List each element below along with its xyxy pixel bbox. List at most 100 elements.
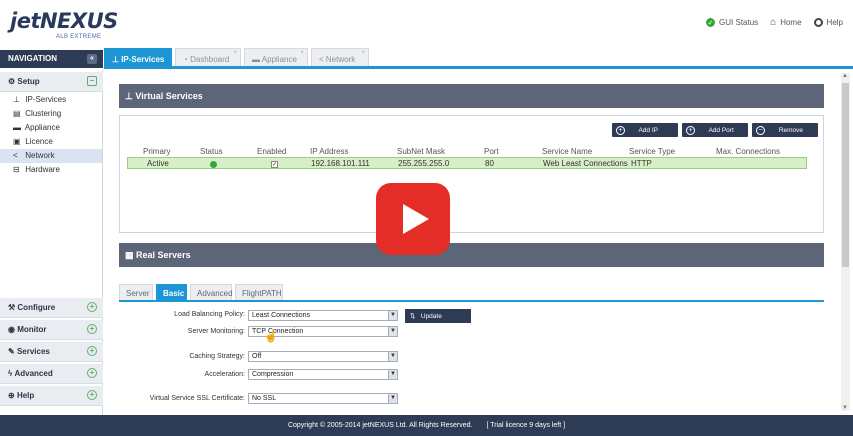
acceleration-label: Acceleration: bbox=[204, 371, 245, 378]
real-servers-tab-underline bbox=[119, 300, 824, 302]
copyright-text: Copyright © 2005-2014 jetNEXUS Ltd. All … bbox=[287, 422, 473, 429]
acceleration-select[interactable]: Compression ▼ bbox=[248, 369, 398, 380]
select-value: Least Connections bbox=[252, 312, 310, 319]
tab-bar: ⊥ IP-Services ◔ Dashboard × ▬ Appliance … bbox=[104, 48, 853, 68]
sidebar-section-label: Setup bbox=[17, 77, 40, 86]
tab-network[interactable]: < Network × bbox=[311, 48, 369, 67]
tab-flightpath[interactable]: FlightPATH bbox=[235, 284, 283, 300]
add-port-button[interactable]: + Add Port bbox=[682, 123, 748, 137]
select-value: Compression bbox=[252, 371, 294, 378]
scrollbar-thumb[interactable] bbox=[842, 83, 849, 267]
remove-button[interactable]: − Remove bbox=[752, 123, 818, 137]
sidebar-item-clustering[interactable]: ▤ Clustering bbox=[0, 107, 102, 121]
navigation-header: NAVIGATION « bbox=[0, 50, 103, 68]
close-tab-icon[interactable]: × bbox=[300, 50, 304, 56]
tab-dashboard[interactable]: ◔ Dashboard × bbox=[175, 48, 241, 67]
column-header-service-type[interactable]: Service Type bbox=[629, 147, 675, 156]
cell-subnet-mask: 255.255.255.0 bbox=[398, 159, 450, 168]
column-header-port[interactable]: Port bbox=[484, 147, 499, 156]
column-header-ip-address[interactable]: IP Address bbox=[310, 147, 349, 156]
sidebar-item-hardware[interactable]: ⊟ Hardware bbox=[0, 163, 102, 177]
sidebar-item-label: Hardware bbox=[25, 165, 60, 174]
licence-icon: ▣ bbox=[13, 137, 21, 146]
collapse-nav-button[interactable]: « bbox=[87, 54, 97, 64]
hardware-icon: ⊟ bbox=[13, 165, 20, 174]
sidebar-item-network[interactable]: < Network bbox=[0, 149, 102, 163]
home-link[interactable]: ⌂ Home bbox=[770, 17, 801, 28]
cell-service-type: HTTP bbox=[631, 159, 652, 168]
gui-status-link[interactable]: ✓ GUI Status bbox=[706, 18, 758, 27]
tab-label: Dashboard bbox=[190, 55, 230, 64]
content-scrollbar[interactable]: ▲ ▼ bbox=[841, 73, 850, 411]
tab-label: IP-Services bbox=[121, 55, 165, 64]
network-icon: ⊥ bbox=[112, 55, 119, 64]
plus-circle-icon: + bbox=[616, 126, 625, 135]
top-bar: jetNEXUS ALB EXTREME ✓ GUI Status ⌂ Home… bbox=[0, 0, 853, 48]
gui-status-label: GUI Status bbox=[719, 18, 759, 27]
tab-label: Network bbox=[325, 55, 356, 64]
trial-licence-text: [ Trial licence 9 days left ] bbox=[486, 422, 566, 429]
close-tab-icon[interactable]: × bbox=[361, 50, 365, 56]
tab-server[interactable]: Server bbox=[119, 284, 153, 300]
cell-port: 80 bbox=[485, 159, 494, 168]
sidebar-item-licence[interactable]: ▣ Licence bbox=[0, 135, 102, 149]
play-video-icon[interactable] bbox=[376, 183, 450, 255]
network-icon: ⊥ bbox=[13, 95, 20, 104]
column-header-max-connections[interactable]: Max. Connections bbox=[716, 147, 780, 156]
collapse-setup-toggle[interactable]: − bbox=[87, 76, 97, 86]
update-button[interactable]: ⇅ Update bbox=[405, 309, 471, 323]
sidebar-item-label: Appliance bbox=[24, 123, 60, 132]
chevron-down-icon: ▼ bbox=[388, 311, 397, 320]
sidebar-item-label: Licence bbox=[25, 137, 53, 146]
real-servers-tabs: Server Basic Advanced FlightPATH bbox=[119, 284, 824, 301]
tab-underline bbox=[104, 66, 853, 69]
column-header-status[interactable]: Status bbox=[200, 147, 223, 156]
jetnexus-logo[interactable]: jetNEXUS ALB EXTREME bbox=[10, 9, 118, 40]
add-ip-button[interactable]: + Add IP bbox=[612, 123, 678, 137]
lifebuoy-icon bbox=[813, 18, 823, 27]
sidebar-section-setup[interactable]: ⚙ Setup − bbox=[0, 72, 103, 92]
sidebar-item-label: IP-Services bbox=[25, 95, 67, 104]
cell-primary: Active bbox=[147, 159, 169, 168]
sidebar-item-appliance[interactable]: ▬ Appliance bbox=[0, 121, 102, 135]
checkbox-checked-icon: ✓ bbox=[271, 161, 278, 168]
remove-label: Remove bbox=[778, 127, 804, 135]
ssl-certificate-select[interactable]: No SSL ▼ bbox=[248, 393, 398, 404]
scroll-up-icon[interactable]: ▲ bbox=[842, 73, 848, 79]
chevron-down-icon: ▼ bbox=[388, 327, 397, 336]
minus-circle-icon: − bbox=[756, 126, 765, 135]
tab-advanced[interactable]: Advanced bbox=[190, 284, 233, 300]
home-icon: ⌂ bbox=[770, 17, 777, 28]
load-balancing-policy-select[interactable]: Least Connections ▼ bbox=[248, 310, 398, 321]
caching-strategy-select[interactable]: Off ▼ bbox=[248, 351, 398, 362]
sidebar-item-ip-services[interactable]: ⊥ IP-Services bbox=[0, 93, 102, 107]
tab-ip-services[interactable]: ⊥ IP-Services bbox=[104, 48, 172, 67]
table-row[interactable]: Active ✓ 192.168.101.111 255.255.255.0 8… bbox=[127, 157, 807, 169]
tab-basic[interactable]: Basic bbox=[156, 284, 187, 300]
virtual-services-title: Virtual Services bbox=[135, 91, 203, 101]
chevron-down-icon: ▼ bbox=[388, 352, 397, 361]
select-value: Off bbox=[252, 353, 262, 360]
plus-circle-icon: + bbox=[686, 126, 695, 135]
close-tab-icon[interactable]: × bbox=[233, 50, 237, 56]
help-link[interactable]: Help bbox=[813, 18, 843, 27]
server-icon: ▦ bbox=[125, 250, 134, 260]
column-header-service-name[interactable]: Service Name bbox=[542, 147, 592, 156]
share-icon: < bbox=[13, 151, 18, 160]
tab-label: Appliance bbox=[261, 55, 297, 64]
gear-icon: ⚙ bbox=[8, 77, 16, 86]
column-header-primary[interactable]: Primary bbox=[143, 147, 171, 156]
select-value: No SSL bbox=[252, 395, 277, 402]
top-links: ✓ GUI Status ⌂ Home Help bbox=[706, 17, 843, 28]
real-servers-header: ▦ Real Servers bbox=[119, 243, 824, 267]
tab-appliance[interactable]: ▬ Appliance × bbox=[244, 48, 308, 67]
sidebar: ⚙ Setup − ⊥ IP-Services ▤ Clustering ▬ A… bbox=[0, 70, 103, 415]
server-monitoring-label: Server Monitoring: bbox=[187, 328, 245, 335]
column-header-enabled[interactable]: Enabled bbox=[257, 147, 286, 156]
hand-cursor-icon: ☝ bbox=[264, 331, 278, 343]
scroll-down-icon[interactable]: ▼ bbox=[842, 405, 848, 411]
ssl-certificate-label: Virtual Service SSL Certificate: bbox=[149, 395, 245, 402]
sidebar-item-label: Clustering bbox=[25, 109, 62, 118]
column-header-subnet-mask[interactable]: SubNet Mask bbox=[397, 147, 445, 156]
add-ip-label: Add IP bbox=[638, 127, 658, 135]
